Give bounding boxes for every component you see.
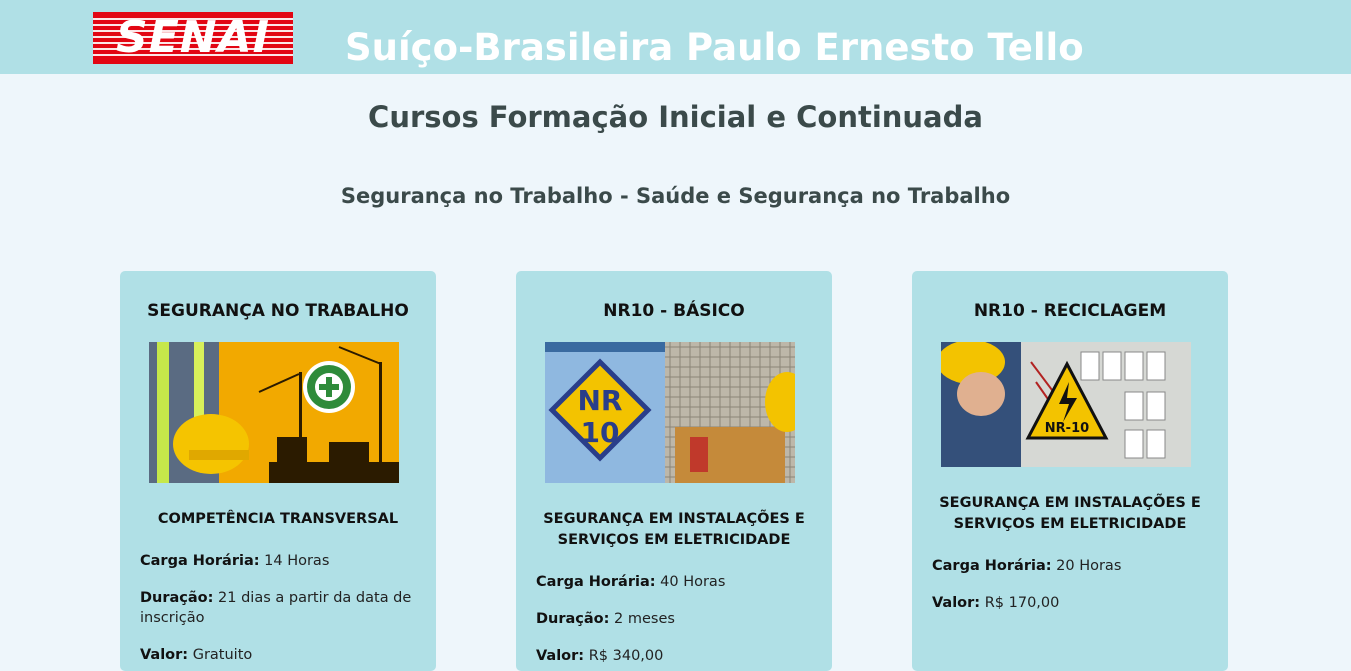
course-category: SEGURANÇA EM INSTALAÇÕES E SERVIÇOS EM E… (543, 511, 805, 548)
course-carga: Carga Horária: 14 Horas (140, 553, 330, 569)
course-carga: Carga Horária: 20 Horas (932, 558, 1122, 574)
site-header: SENAI Suíço-Brasileira Paulo Ernesto Tel… (0, 0, 1351, 74)
course-title: NR10 - RECICLAGEM (973, 301, 1167, 321)
electrical-panel-image: NR-10 (941, 342, 1191, 467)
nr10-sign-image: NR 10 (545, 342, 795, 483)
svg-text:10: 10 (581, 416, 620, 449)
page-title: Cursos Formação Inicial e Continuada (368, 100, 983, 134)
safety-worker-image (149, 342, 399, 483)
course-title: NR10 - BÁSICO (603, 301, 745, 321)
course-carga: Carga Horária: 40 Horas (536, 574, 726, 590)
course-valor: Valor: R$ 340,00 (536, 648, 664, 664)
course-title: SEGURANÇA NO TRABALHO (147, 301, 409, 321)
senai-logo[interactable]: SENAI (93, 12, 293, 64)
svg-text:NR: NR (578, 384, 623, 417)
course-category: SEGURANÇA EM INSTALAÇÕES E SERVIÇOS EM E… (939, 495, 1201, 532)
course-card-seguranca[interactable]: SEGURANÇA NO TRABALHO COMPETÊNCIA TRANSV… (120, 271, 436, 671)
course-duracao: Duração: 21 dias a partir da data de ins… (140, 590, 412, 626)
svg-text:NR-10: NR-10 (1045, 421, 1089, 436)
site-title: Suíço-Brasileira Paulo Ernesto Tello (345, 26, 1084, 69)
logo-text: SENAI (116, 12, 270, 63)
course-card-nr10-reciclagem[interactable]: NR10 - RECICLAGEM NR-10 SEGURANÇA EM INS… (912, 271, 1228, 671)
course-duracao: Duração: 2 meses (536, 611, 675, 627)
course-category: COMPETÊNCIA TRANSVERSAL (157, 511, 399, 527)
course-card-nr10-basico[interactable]: NR10 - BÁSICO NR 10 SEGURANÇA EM INSTALA… (516, 271, 832, 671)
course-valor: Valor: Gratuito (140, 647, 253, 663)
page-subtitle: Segurança no Trabalho - Saúde e Seguranç… (340, 184, 1011, 208)
course-valor: Valor: R$ 170,00 (932, 595, 1060, 611)
